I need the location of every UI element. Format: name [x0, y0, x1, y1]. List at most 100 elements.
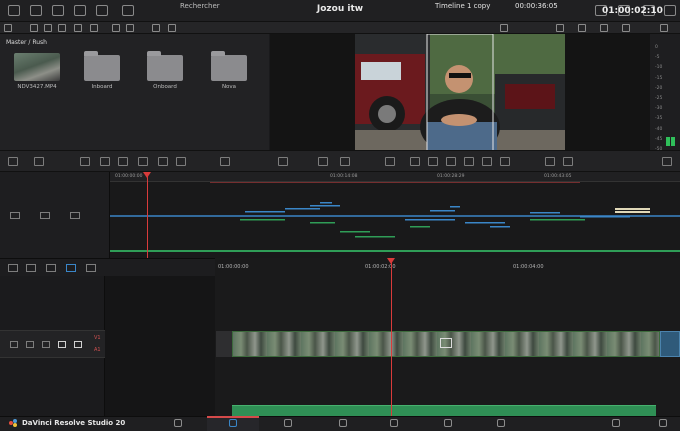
sound-library-icon[interactable]: [74, 5, 86, 16]
camera-icon[interactable]: [74, 341, 82, 348]
metadata-icon[interactable]: [664, 5, 676, 16]
media-page-icon[interactable]: [174, 419, 182, 427]
media-clip-item[interactable]: NDV3427.MP4: [12, 53, 62, 93]
meter-level-right: [671, 137, 675, 146]
edit-index-icon[interactable]: [52, 5, 64, 16]
flag-icon[interactable]: [80, 157, 90, 166]
search-input[interactable]: Rechercher: [180, 2, 220, 10]
timeline-selector[interactable]: Timeline 1 copy: [435, 2, 490, 10]
playhead-handle[interactable]: [143, 172, 151, 178]
video-clip-selected[interactable]: [660, 331, 680, 357]
list-view-icon[interactable]: [112, 24, 120, 32]
prev-marker-icon[interactable]: [545, 157, 555, 166]
speaker-icon[interactable]: [58, 341, 66, 348]
meter-level-left: [666, 137, 670, 146]
refresh-icon[interactable]: [74, 24, 82, 32]
magic-wand-icon[interactable]: [96, 5, 108, 16]
microphone-icon[interactable]: [318, 157, 328, 166]
transport-bar: [0, 150, 680, 172]
visibility-icon[interactable]: [86, 264, 96, 272]
folder-item[interactable]: Inboard: [77, 51, 127, 93]
search-icon[interactable]: [168, 24, 176, 32]
playhead-lower[interactable]: [391, 258, 392, 416]
timeline-dropdown-icon[interactable]: [500, 24, 508, 32]
edit-page-icon[interactable]: [284, 419, 292, 427]
audio-clip[interactable]: [232, 405, 656, 416]
brand-name: DaVinci Resolve Studio 20: [22, 419, 126, 427]
gear-icon[interactable]: [659, 419, 667, 427]
folder-icon: [147, 51, 183, 81]
timeline-view-icon[interactable]: [8, 157, 18, 166]
effects-library-icon[interactable]: [30, 5, 42, 16]
fast-forward-icon[interactable]: [482, 157, 492, 166]
playhead-handle[interactable]: [387, 258, 395, 264]
volume-icon[interactable]: [660, 24, 668, 32]
fairlight-page-icon[interactable]: [444, 419, 452, 427]
reverse-play-icon[interactable]: [428, 157, 438, 166]
sort-icon[interactable]: [152, 24, 160, 32]
headphones-icon[interactable]: [42, 341, 50, 348]
deliver-page-icon[interactable]: [497, 419, 505, 427]
zoom-icon[interactable]: [578, 24, 586, 32]
playhead-upper[interactable]: [147, 172, 148, 258]
playhead-timecode: 01:00:02:10: [602, 6, 663, 16]
lock-icon[interactable]: [10, 341, 18, 348]
ruler-label: 01:00:00:00: [115, 174, 143, 179]
edit-mode-icon[interactable]: [340, 157, 350, 166]
ripple-icon[interactable]: [158, 157, 168, 166]
loop-icon[interactable]: [500, 157, 510, 166]
playback-options-icon[interactable]: [600, 24, 608, 32]
meter-scale-label: 0: [655, 45, 658, 50]
menu-icon[interactable]: [662, 157, 672, 166]
viewer-frame[interactable]: [355, 34, 565, 152]
media-pool-icon[interactable]: [8, 5, 20, 16]
overwrite-icon[interactable]: [176, 157, 186, 166]
settings-icon[interactable]: [70, 212, 80, 219]
append-icon[interactable]: [138, 157, 148, 166]
rewind-icon[interactable]: [410, 157, 420, 166]
grid-view-icon[interactable]: [126, 24, 134, 32]
audio-settings-icon[interactable]: [278, 157, 288, 166]
play-icon[interactable]: [464, 157, 474, 166]
source-overwrite-icon[interactable]: [220, 157, 230, 166]
color-page-icon[interactable]: [390, 419, 398, 427]
gap-clip[interactable]: [216, 331, 232, 357]
view-toggle-icon[interactable]: [122, 5, 134, 16]
new-bin-icon[interactable]: [30, 24, 38, 32]
import-icon[interactable]: [44, 24, 52, 32]
panel-toggle-icon[interactable]: [4, 24, 12, 32]
fusion-page-icon[interactable]: [339, 419, 347, 427]
swap-icon[interactable]: [118, 157, 128, 166]
breadcrumb[interactable]: Master / Rush: [6, 39, 47, 46]
shield-icon[interactable]: [66, 264, 76, 272]
tools-icon[interactable]: [34, 157, 44, 166]
stop-icon[interactable]: [446, 157, 456, 166]
clip-name: NDV3427.MP4: [17, 84, 57, 90]
meter-scale-label: -45: [655, 136, 663, 142]
folder-name: Onboard: [153, 84, 177, 90]
cut-page-icon[interactable]: [229, 419, 237, 427]
folder-name: Inboard: [91, 84, 113, 90]
viewer-options-icon[interactable]: [556, 24, 564, 32]
eye-icon[interactable]: [26, 341, 34, 348]
meter-scale-label: -20: [655, 85, 663, 91]
razor-icon[interactable]: [100, 157, 110, 166]
upper-timeline-clips[interactable]: [110, 182, 680, 258]
snapping-icon[interactable]: [26, 264, 36, 272]
upper-ruler[interactable]: [110, 172, 680, 182]
edit-point-marker[interactable]: [440, 338, 452, 348]
folder-item[interactable]: Onboard: [140, 51, 190, 93]
audio-track-icon[interactable]: [40, 212, 50, 219]
folder-item[interactable]: Nova: [204, 51, 254, 93]
no-entry-icon[interactable]: [90, 24, 98, 32]
viewer-mode-icon[interactable]: [8, 264, 18, 272]
ruler-label: 01:00:04:00: [513, 264, 544, 270]
sync-icon[interactable]: [58, 24, 66, 32]
linking-icon[interactable]: [46, 264, 56, 272]
track-header-v1[interactable]: [0, 330, 105, 358]
next-marker-icon[interactable]: [563, 157, 573, 166]
more-options-icon[interactable]: [622, 24, 630, 32]
track-icon[interactable]: [10, 212, 20, 219]
jump-start-icon[interactable]: [385, 157, 395, 166]
home-icon[interactable]: [612, 419, 620, 427]
